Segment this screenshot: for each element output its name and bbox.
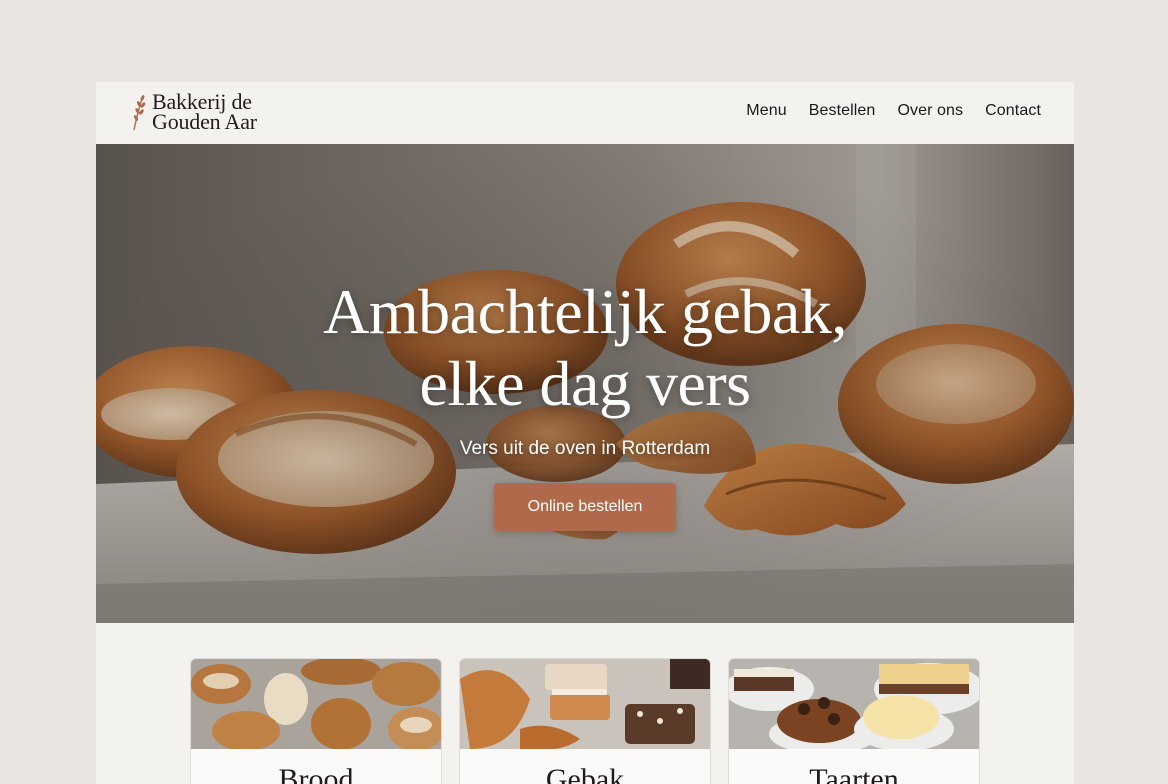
- hero-section: Ambachtelijk gebak, elke dag vers Vers u…: [96, 144, 1074, 623]
- nav-item-menu[interactable]: Menu: [746, 102, 786, 120]
- page: Bakkerij de Gouden Aar Menu Bestellen Ov…: [96, 82, 1074, 784]
- main-nav: Menu Bestellen Over ons Contact: [746, 102, 1041, 120]
- wheat-icon: [133, 95, 146, 131]
- category-title-gebak: Gebak: [545, 763, 625, 784]
- category-title-brood: Brood: [278, 763, 354, 784]
- brood-image: [191, 659, 441, 749]
- category-card-brood[interactable]: Brood: [190, 658, 442, 784]
- order-online-button[interactable]: Online bestellen: [494, 483, 676, 531]
- nav-item-bestellen[interactable]: Bestellen: [809, 102, 876, 120]
- category-cards: Brood Gebak Taarten: [96, 623, 1074, 784]
- hero-title: Ambachtelijk gebak, elke dag vers: [96, 276, 1074, 420]
- brand-logo[interactable]: Bakkerij de Gouden Aar: [130, 91, 257, 134]
- nav-item-over-ons[interactable]: Over ons: [897, 102, 963, 120]
- category-card-taarten[interactable]: Taarten: [728, 658, 980, 784]
- category-title-taarten: Taarten: [809, 763, 899, 784]
- hero-title-line1: Ambachtelijk gebak,: [323, 276, 847, 347]
- brand-name-line2: Gouden Aar: [152, 109, 257, 134]
- hero-title-line2: elke dag vers: [419, 348, 751, 419]
- category-card-gebak[interactable]: Gebak: [459, 658, 711, 784]
- taarten-image: [729, 659, 979, 749]
- brand-name: Bakkerij de Gouden Aar: [152, 91, 257, 134]
- nav-item-contact[interactable]: Contact: [985, 102, 1041, 120]
- hero-subtitle: Vers uit de oven in Rotterdam: [459, 438, 711, 459]
- site-header: Bakkerij de Gouden Aar Menu Bestellen Ov…: [96, 82, 1074, 144]
- gebak-image: [460, 659, 710, 749]
